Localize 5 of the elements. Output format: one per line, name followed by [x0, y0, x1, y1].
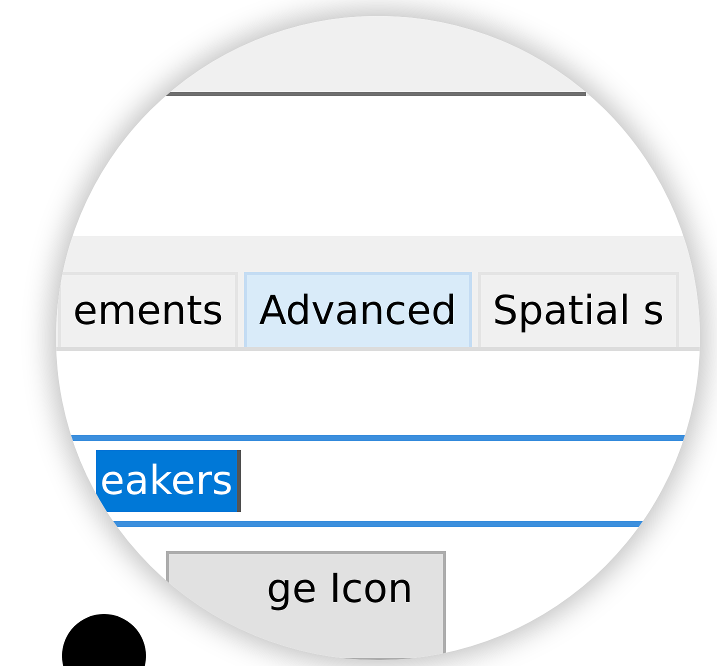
field-text: eakers [96, 450, 241, 512]
tab[interactable]: Advanced [244, 272, 472, 347]
tab[interactable]: Spatial s [478, 272, 679, 347]
tab[interactable]: ements [58, 272, 238, 347]
change-icon-button[interactable]: ge Icon [166, 551, 446, 660]
